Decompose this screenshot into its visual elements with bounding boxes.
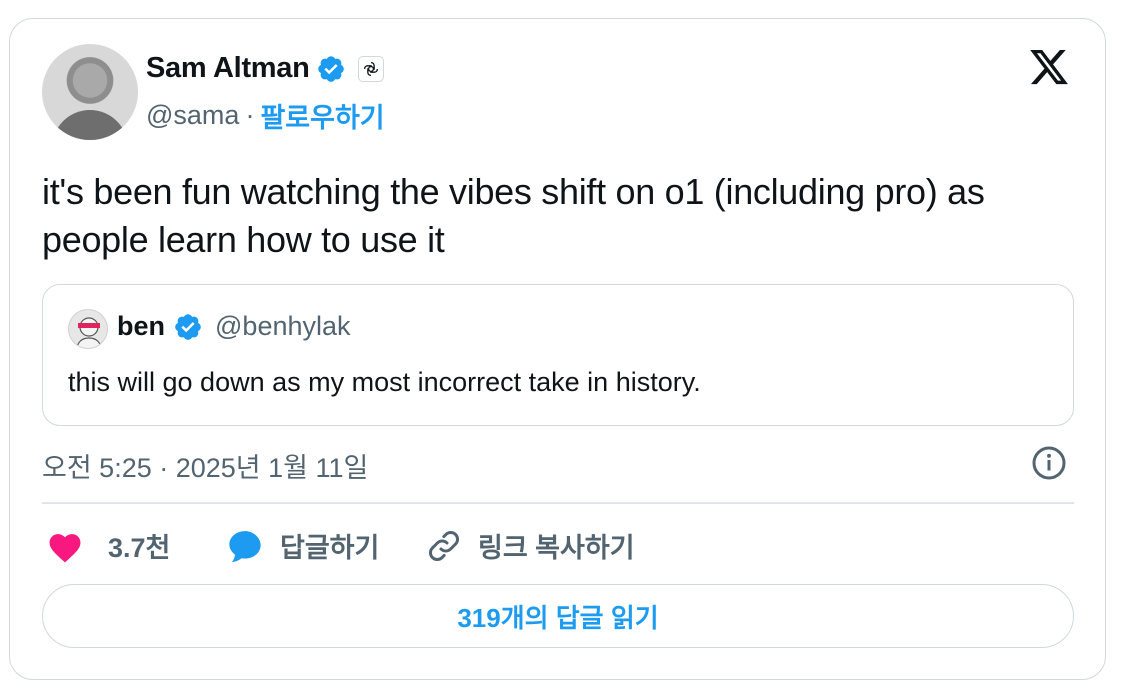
divider [42,502,1074,504]
like-button[interactable]: 3.7천 [46,526,170,565]
reply-button[interactable]: 답글하기 [226,526,379,565]
tweet-timestamp[interactable]: 오전 5:25 · 2025년 1월 11일 [42,446,368,485]
x-logo-icon[interactable] [1027,46,1071,88]
heart-icon [49,533,81,562]
reply-label: 답글하기 [280,533,380,563]
tweet-text: it's been fun watching the vibes shift o… [42,171,985,260]
quoted-header: ben @benhylak [117,311,351,342]
copy-link-button[interactable]: 링크 복사하기 [426,526,635,565]
author-name[interactable]: Sam Altman [146,52,310,85]
quoted-tweet-text: this will go down as my most incorrect t… [68,367,701,397]
follow-button[interactable]: 팔로우하기 [260,96,384,135]
like-count: 3.7천 [108,533,171,563]
quoted-author-name[interactable]: ben [117,311,165,342]
verified-badge-icon [175,313,201,340]
openai-affiliate-icon[interactable] [357,55,384,82]
verified-badge-icon [317,55,344,82]
read-replies-button[interactable]: 319개의 답글 읽기 [42,584,1074,648]
speech-bubble-icon [229,530,261,562]
quoted-author-handle[interactable]: @benhylak [215,311,351,342]
author-handle-row: @sama · 팔로우하기 [146,96,385,135]
separator-dot: · [245,100,255,130]
info-icon[interactable] [1031,445,1067,481]
author-name-row: Sam Altman [146,52,384,85]
author-handle[interactable]: @sama [146,100,239,131]
author-avatar[interactable] [42,44,138,140]
copy-link-label: 링크 복사하기 [478,533,635,563]
read-replies-label: 319개의 답글 읽기 [457,602,659,633]
quoted-tweet[interactable]: ben @benhylak this will go down as my mo… [42,284,1074,426]
quoted-author-avatar[interactable] [68,309,108,349]
link-icon [429,530,459,561]
